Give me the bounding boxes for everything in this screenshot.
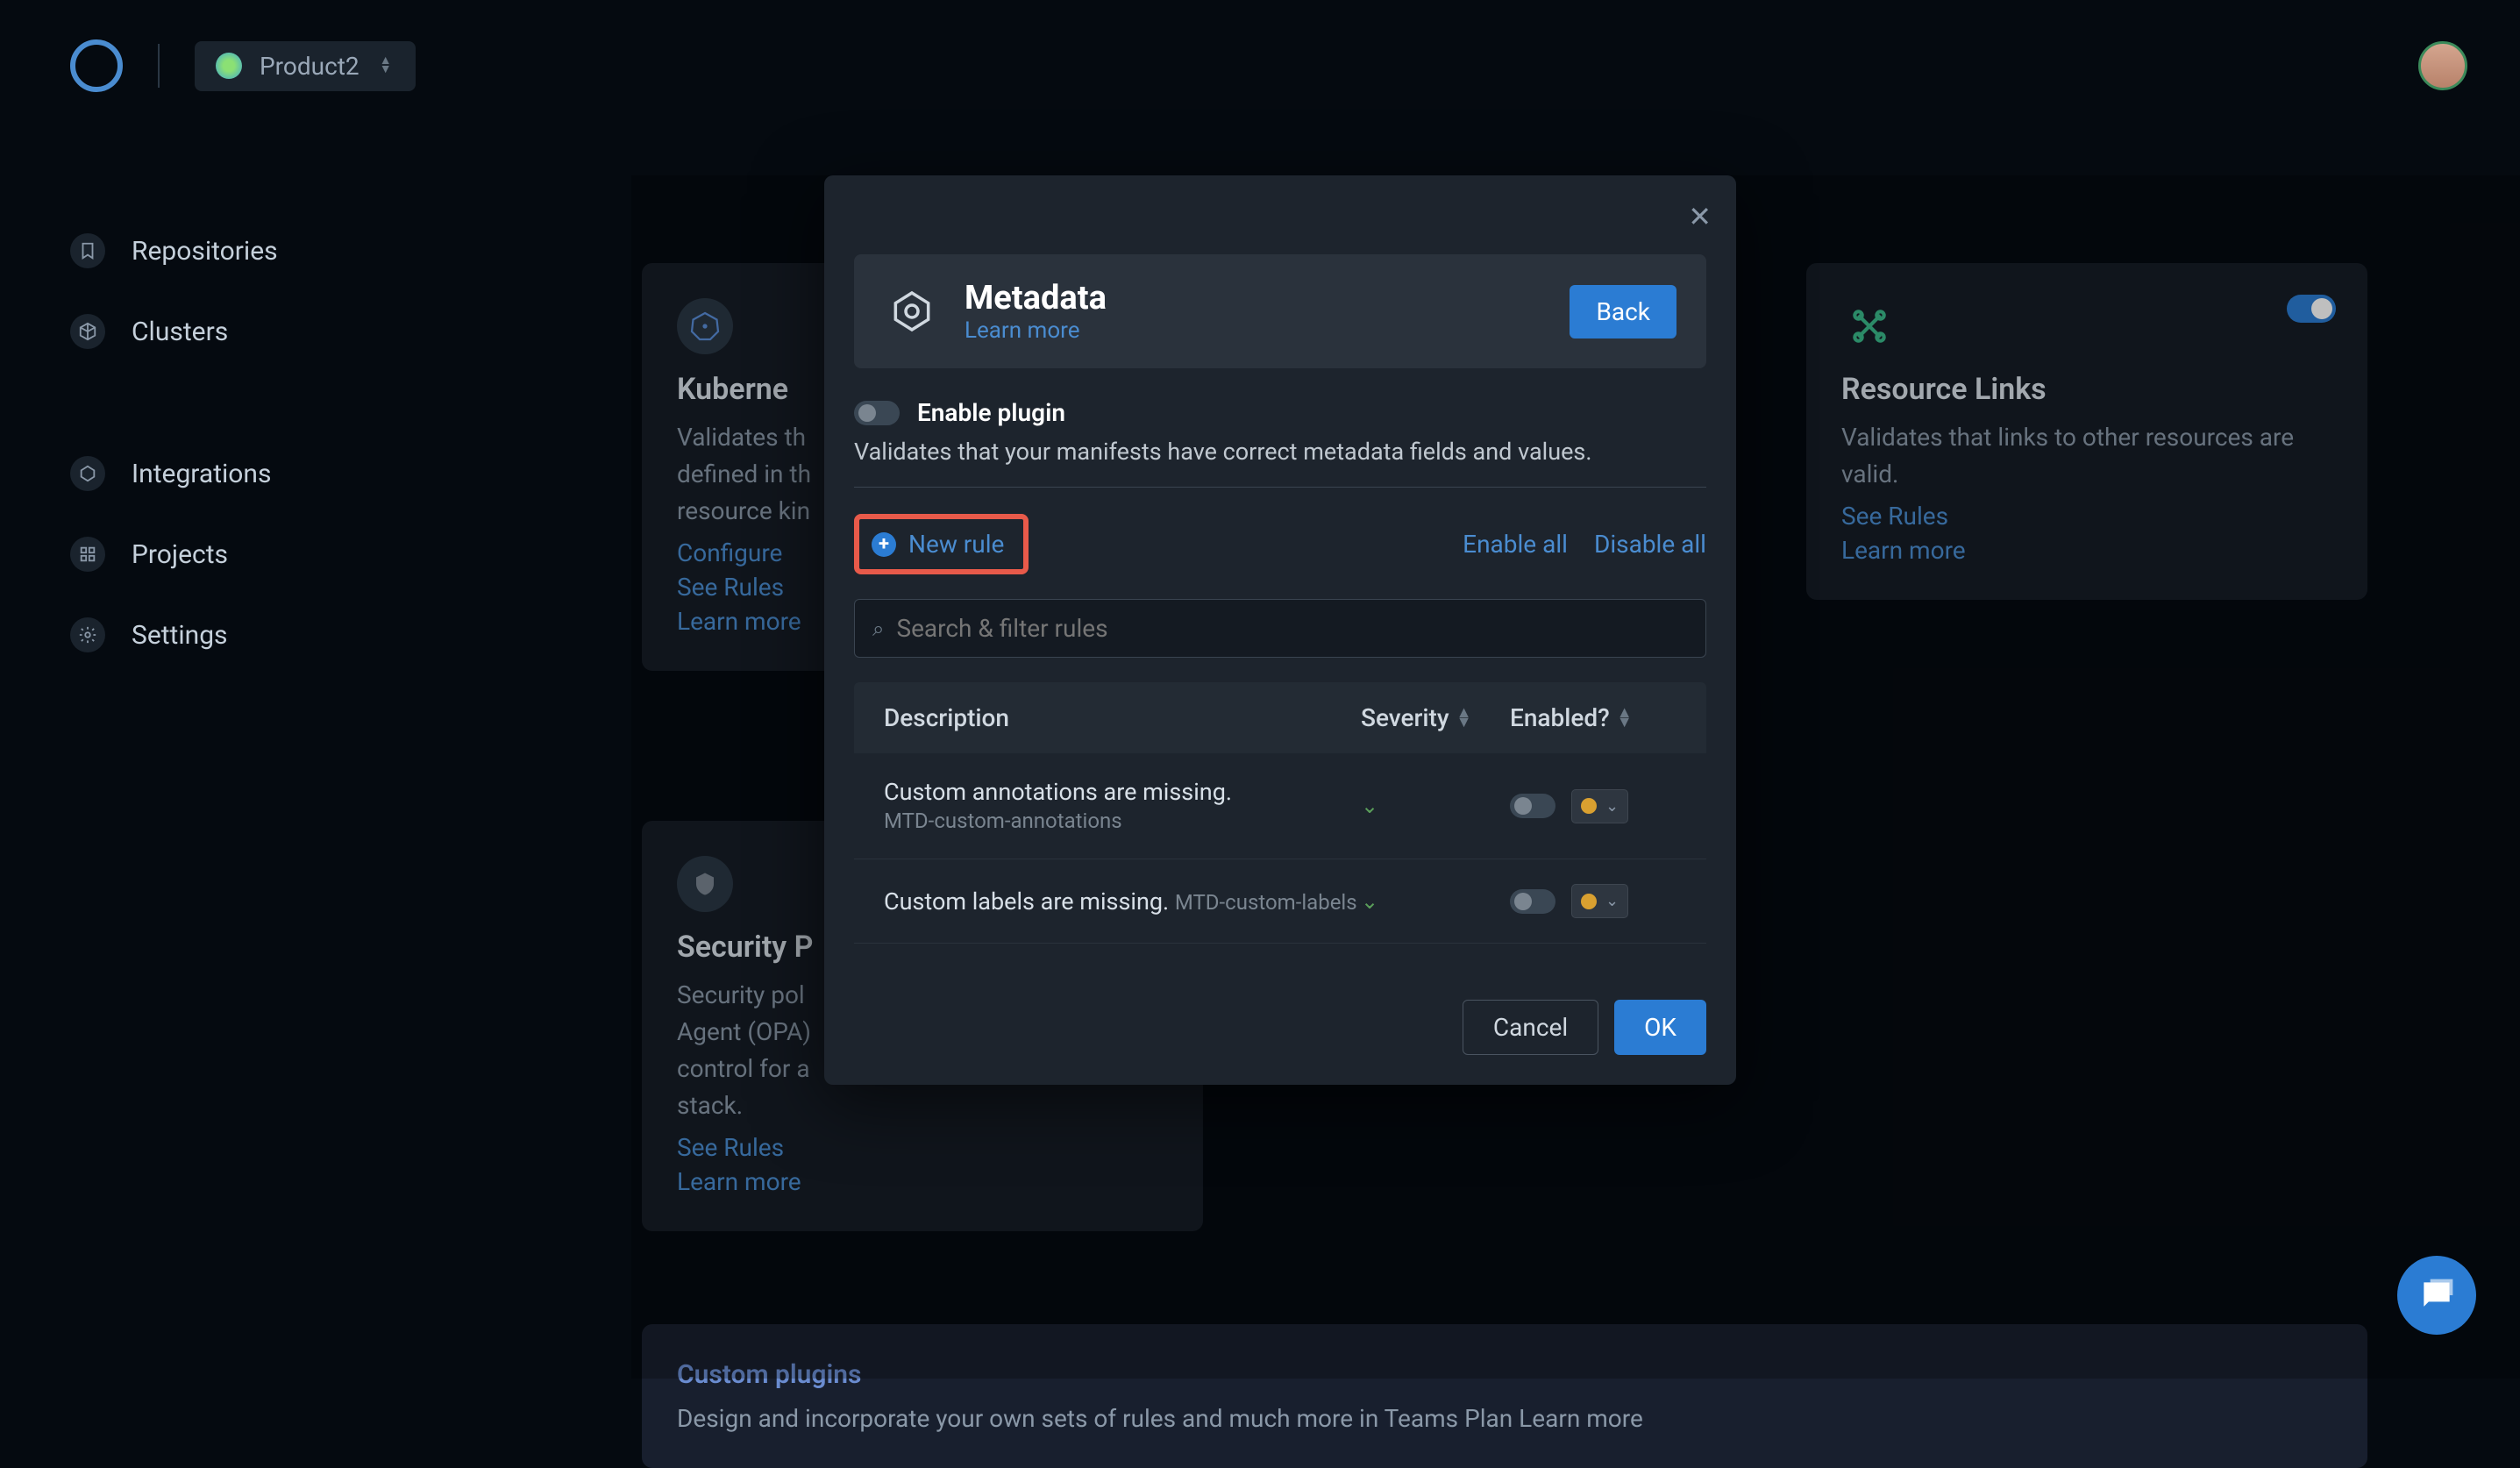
- topbar-left: Product2 ▲▼: [70, 39, 416, 92]
- sidebar-item-label: Settings: [132, 620, 228, 651]
- user-avatar[interactable]: [2418, 41, 2467, 90]
- chevron-down-icon: ⌄: [1605, 797, 1619, 816]
- ok-button[interactable]: OK: [1614, 1000, 1706, 1055]
- product-selector[interactable]: Product2 ▲▼: [195, 41, 416, 91]
- cancel-button[interactable]: Cancel: [1463, 1000, 1598, 1055]
- sort-icon: ▲▼: [1617, 709, 1633, 728]
- modal-header: Metadata Learn more Back: [854, 254, 1706, 368]
- metadata-modal: ✕ Metadata Learn more Back Enable plugin…: [824, 175, 1736, 1085]
- disable-all-link[interactable]: Disable all: [1594, 530, 1706, 559]
- search-rules-input[interactable]: ⌕: [854, 599, 1706, 658]
- modal-footer: Cancel OK: [824, 973, 1736, 1085]
- product-color-dot-icon: [216, 53, 242, 79]
- table-row: Custom annotations are missing. MTD-cust…: [854, 753, 1706, 859]
- cube-icon: [70, 314, 105, 349]
- chevron-down-icon[interactable]: ⌄: [1361, 794, 1378, 818]
- search-icon: ⌕: [872, 616, 884, 641]
- new-rule-button[interactable]: + New rule: [854, 514, 1029, 574]
- chat-widget-button[interactable]: [2397, 1256, 2476, 1335]
- rule-title: Custom labels are missing.: [884, 887, 1169, 916]
- product-name: Product2: [260, 52, 359, 81]
- column-severity[interactable]: Severity▲▼: [1361, 703, 1510, 732]
- rule-id: MTD-custom-annotations: [884, 809, 1122, 833]
- severity-selector[interactable]: ⌄: [1571, 789, 1628, 823]
- sidebar-item-integrations[interactable]: Integrations: [70, 433, 421, 514]
- enable-plugin-row: Enable plugin: [854, 398, 1706, 427]
- metadata-plugin-icon: [884, 283, 940, 339]
- severity-dot-icon: [1581, 894, 1597, 909]
- modal-title: Metadata: [965, 279, 1545, 317]
- severity-selector[interactable]: ⌄: [1571, 884, 1628, 918]
- new-rule-label: New rule: [908, 530, 1004, 559]
- sidebar-item-settings[interactable]: Settings: [70, 595, 421, 675]
- modal-description: Validates that your manifests have corre…: [854, 438, 1706, 466]
- sidebar: Repositories Clusters Integrations Proje…: [70, 210, 421, 675]
- learn-more-link[interactable]: Learn more: [965, 317, 1080, 344]
- chevron-down-icon: ⌄: [1605, 892, 1619, 910]
- grid-icon: [70, 537, 105, 572]
- sidebar-item-label: Projects: [132, 539, 228, 570]
- divider: [158, 44, 160, 88]
- close-icon[interactable]: ✕: [1688, 200, 1712, 233]
- chevron-down-icon[interactable]: ⌄: [1361, 889, 1378, 914]
- top-bar: Product2 ▲▼: [0, 0, 2520, 88]
- sort-icon: ▲▼: [1456, 709, 1472, 728]
- table-header: Description Severity▲▼ Enabled?▲▼: [854, 682, 1706, 753]
- back-button[interactable]: Back: [1570, 285, 1676, 338]
- sidebar-item-label: Integrations: [132, 459, 271, 489]
- rule-title: Custom annotations are missing.: [884, 778, 1232, 806]
- chat-icon: [2417, 1276, 2456, 1315]
- main-content: Kuberne Validates th defined in th resou…: [631, 175, 2520, 1379]
- column-description[interactable]: Description: [884, 703, 1361, 732]
- column-enabled[interactable]: Enabled?▲▼: [1510, 703, 1676, 732]
- rules-table: Description Severity▲▼ Enabled?▲▼ Custom…: [854, 682, 1706, 944]
- enable-all-link[interactable]: Enable all: [1463, 530, 1568, 559]
- rule-id: MTD-custom-labels: [1175, 890, 1357, 915]
- sidebar-item-label: Repositories: [132, 236, 278, 267]
- rule-enable-toggle[interactable]: [1510, 889, 1555, 914]
- table-row: Custom labels are missing. MTD-custom-la…: [854, 859, 1706, 944]
- chevron-updown-icon: ▲▼: [377, 57, 395, 75]
- bookmark-icon: [70, 233, 105, 268]
- enable-plugin-label: Enable plugin: [917, 398, 1065, 427]
- sidebar-item-clusters[interactable]: Clusters: [70, 291, 421, 372]
- enable-plugin-toggle[interactable]: [854, 401, 900, 425]
- gear-icon: [70, 617, 105, 652]
- search-field[interactable]: [896, 614, 1688, 643]
- sidebar-item-projects[interactable]: Projects: [70, 514, 421, 595]
- rule-enable-toggle[interactable]: [1510, 794, 1555, 818]
- sidebar-item-repositories[interactable]: Repositories: [70, 210, 421, 291]
- plus-icon: +: [872, 532, 896, 557]
- sidebar-item-label: Clusters: [132, 317, 228, 347]
- severity-dot-icon: [1581, 798, 1597, 814]
- app-logo-icon[interactable]: [70, 39, 123, 92]
- hexagon-icon: [70, 456, 105, 491]
- banner-description: Design and incorporate your own sets of …: [677, 1404, 2332, 1433]
